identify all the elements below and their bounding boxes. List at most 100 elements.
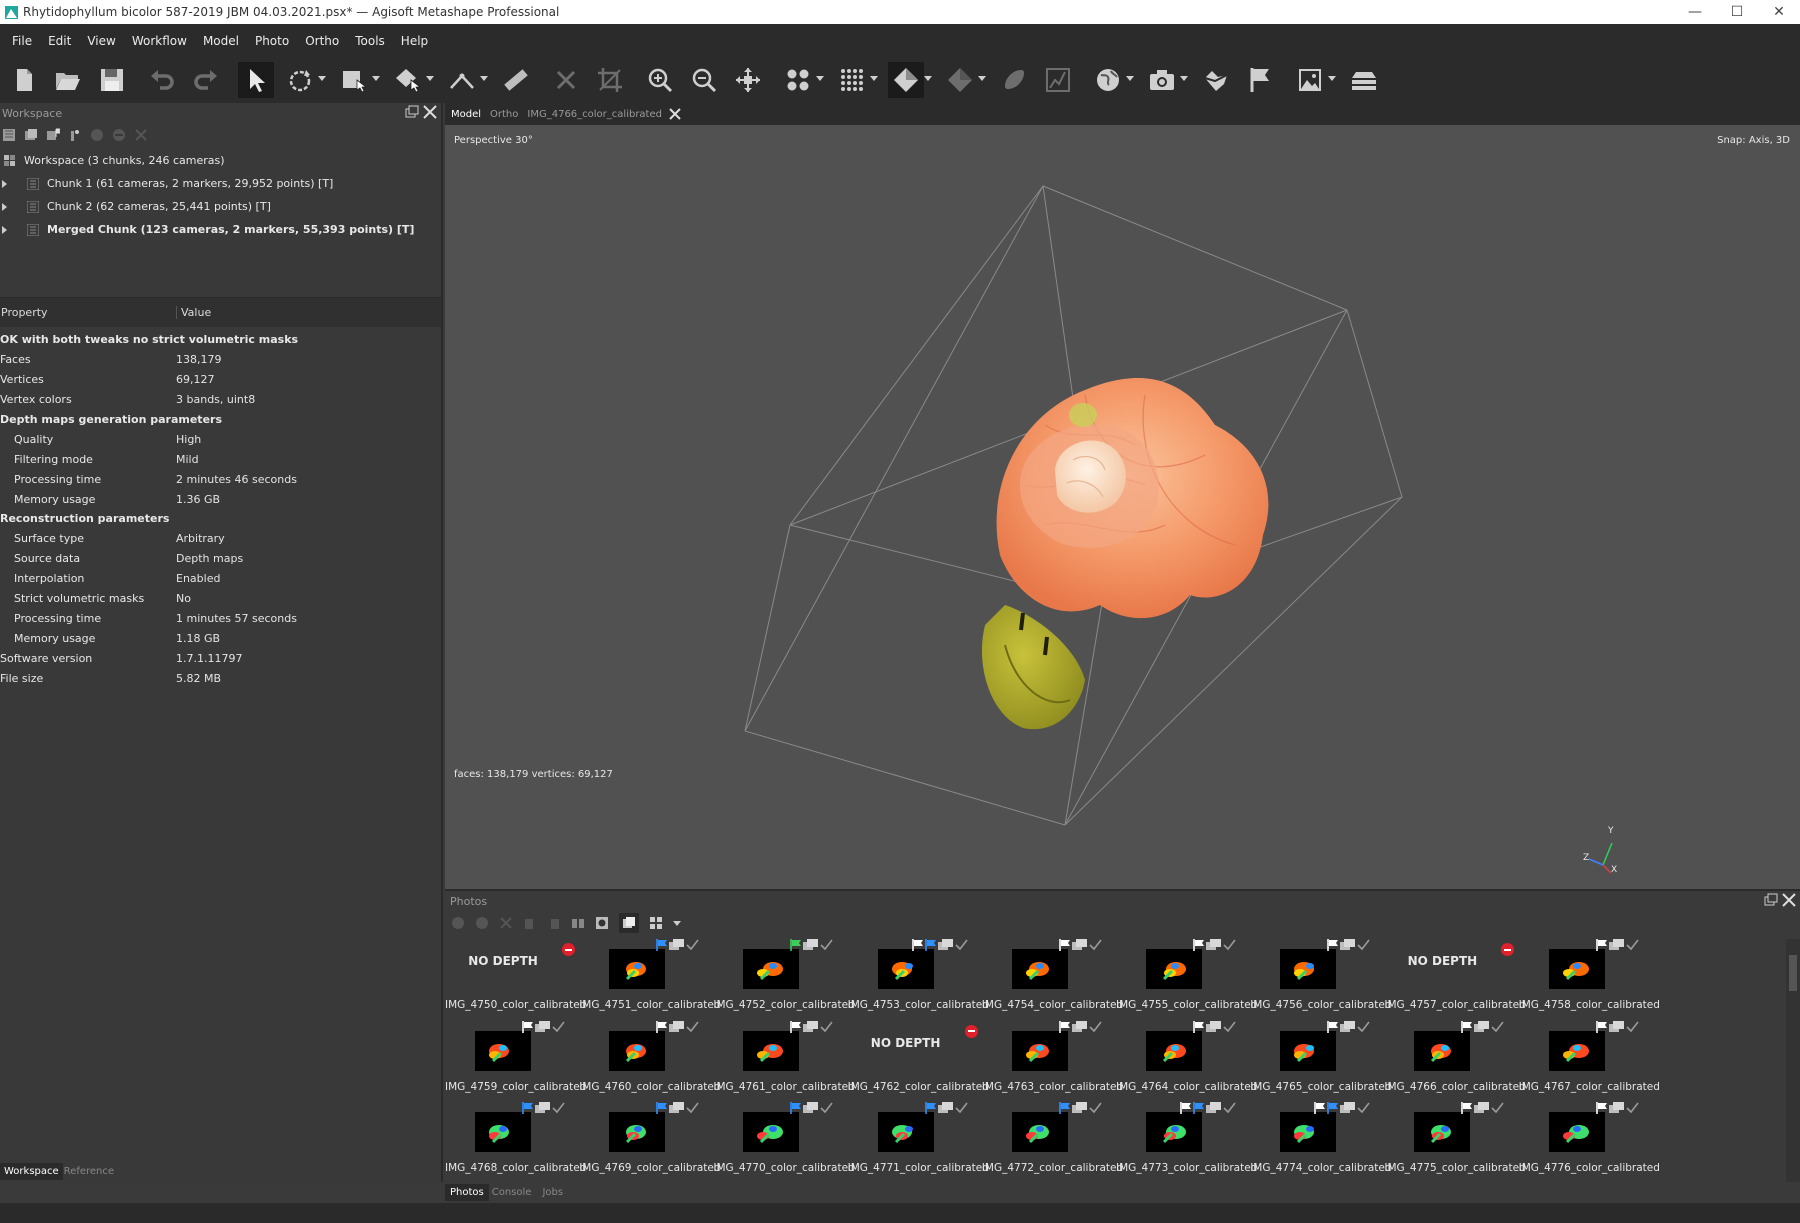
add-chunk-button[interactable] <box>2 128 16 142</box>
photo-thumbnail[interactable]: IMG_4752_color_calibrated <box>713 939 855 1019</box>
rotate-right-button[interactable] <box>547 916 561 930</box>
property-row[interactable]: Faces 138,179 <box>0 350 441 370</box>
menu-photo[interactable]: Photo <box>247 34 297 48</box>
property-row[interactable]: Software version 1.7.1.11797 <box>0 648 441 668</box>
menu-edit[interactable]: Edit <box>40 34 79 48</box>
photo-thumbnail[interactable]: IMG_4773_color_calibrated <box>1116 1102 1257 1182</box>
dense-cloud-button[interactable] <box>834 62 878 98</box>
enable-button[interactable] <box>90 128 104 142</box>
new-project-button[interactable] <box>6 62 42 98</box>
property-row[interactable]: Source data Depth maps <box>0 549 441 569</box>
tab-console[interactable]: Console <box>489 1187 540 1198</box>
property-row[interactable]: Processing time 1 minutes 57 seconds <box>0 608 441 628</box>
crop-selection-button[interactable] <box>592 62 628 98</box>
orthomosaic-button[interactable] <box>1040 62 1076 98</box>
tab-photos[interactable]: Photos <box>445 1184 489 1201</box>
navigation-tool-button[interactable] <box>238 62 274 98</box>
close-panel-icon[interactable] <box>1782 893 1796 907</box>
photos-scrollbar[interactable] <box>1786 939 1800 1182</box>
property-row[interactable]: Quality High <box>0 429 441 449</box>
scrollbar-thumb[interactable] <box>1789 955 1797 991</box>
property-row[interactable]: Processing time 2 minutes 46 seconds <box>0 469 441 489</box>
photo-thumbnail[interactable]: IMG_4764_color_calibrated <box>1116 1020 1257 1101</box>
photo-thumbnail[interactable]: IMG_4765_color_calibrated <box>1250 1020 1392 1101</box>
show-shapes-button[interactable] <box>1198 62 1234 98</box>
enable-cameras-button[interactable] <box>451 916 465 930</box>
property-row[interactable]: Vertex colors 3 bands, uint8 <box>0 390 441 410</box>
photo-thumbnail[interactable]: IMG_4753_color_calibrated <box>848 939 989 1019</box>
view-mode-button[interactable] <box>649 916 663 930</box>
photo-thumbnail[interactable]: IMG_4772_color_calibrated <box>982 1102 1123 1182</box>
photo-thumbnail[interactable]: IMG_4771_color_calibrated <box>848 1102 989 1182</box>
property-row[interactable]: Strict volumetric masks No <box>0 589 441 609</box>
selection-tool-button[interactable] <box>336 62 380 98</box>
photo-thumbnail[interactable]: IMG_4760_color_calibrated <box>579 1020 721 1101</box>
property-row[interactable]: Memory usage 1.18 GB <box>0 628 441 648</box>
property-row[interactable]: Interpolation Enabled <box>0 569 441 589</box>
tree-chunk-2[interactable]: Chunk 2 (62 cameras, 25,441 points) [T] <box>0 195 441 218</box>
photo-thumbnail[interactable]: IMG_4759_color_calibrated <box>445 1020 586 1101</box>
show-trackball-button[interactable] <box>1090 62 1134 98</box>
minimize-button[interactable]: — <box>1674 0 1716 24</box>
show-depth-button[interactable] <box>619 913 639 933</box>
photo-thumbnail[interactable]: IMG_4770_color_calibrated <box>713 1102 855 1182</box>
property-row[interactable]: Surface type Arbitrary <box>0 529 441 549</box>
property-row[interactable]: File size 5.82 MB <box>0 668 441 688</box>
point-cloud-button[interactable] <box>780 62 824 98</box>
menu-tools[interactable]: Tools <box>347 34 393 48</box>
tiled-model-button[interactable] <box>942 62 986 98</box>
tab-reference[interactable]: Reference <box>63 1166 120 1177</box>
photo-thumbnail[interactable]: IMG_4754_color_calibrated <box>982 939 1123 1019</box>
photo-thumbnail[interactable]: IMG_4768_color_calibrated <box>445 1102 586 1182</box>
remove-cameras-button[interactable] <box>499 916 513 930</box>
add-scalebar-button[interactable] <box>68 128 82 142</box>
property-row[interactable]: Reconstruction parameters <box>0 509 441 529</box>
tree-chunk-1[interactable]: Chunk 1 (61 cameras, 2 markers, 29,952 p… <box>0 172 441 195</box>
view-mode-dropdown-icon[interactable] <box>673 920 681 926</box>
save-project-button[interactable] <box>94 62 130 98</box>
show-layers-button[interactable] <box>1346 62 1382 98</box>
redo-button[interactable] <box>188 62 224 98</box>
close-window-button[interactable]: ✕ <box>1758 0 1800 24</box>
tab-jobs[interactable]: Jobs <box>539 1187 571 1198</box>
filter-by-marker-button[interactable] <box>571 916 585 930</box>
photo-thumbnail[interactable]: IMG_4767_color_calibrated <box>1519 1020 1660 1101</box>
menu-workflow[interactable]: Workflow <box>124 34 195 48</box>
expand-arrow-icon[interactable] <box>2 225 7 234</box>
property-row[interactable]: Depth maps generation parameters <box>0 410 441 430</box>
reset-view-button[interactable] <box>730 62 766 98</box>
photo-thumbnail[interactable]: IMG_4769_color_calibrated <box>579 1102 721 1182</box>
photo-thumbnail[interactable]: NO DEPTH IMG_4762_color_calibrated <box>848 1021 989 1101</box>
property-column-header[interactable]: Property <box>0 306 176 319</box>
dem-button[interactable] <box>996 62 1032 98</box>
menu-model[interactable]: Model <box>195 34 247 48</box>
move-region-button[interactable] <box>390 62 434 98</box>
delete-selection-button[interactable] <box>548 62 584 98</box>
ruler-tool-button[interactable] <box>444 62 488 98</box>
photo-thumbnail[interactable]: IMG_4756_color_calibrated <box>1250 939 1392 1019</box>
tab-model[interactable]: Model <box>448 109 487 120</box>
disable-cameras-button[interactable] <box>475 916 489 930</box>
expand-arrow-icon[interactable] <box>2 179 7 188</box>
zoom-out-button[interactable] <box>686 62 722 98</box>
float-panel-icon[interactable] <box>1764 893 1778 907</box>
photo-thumbnail[interactable]: NO DEPTH IMG_4750_color_calibrated <box>445 939 586 1019</box>
property-row[interactable]: OK with both tweaks no strict volumetric… <box>0 330 441 350</box>
maximize-button[interactable]: ☐ <box>1716 0 1758 24</box>
property-row[interactable]: Filtering mode Mild <box>0 449 441 469</box>
property-row[interactable]: Memory usage 1.36 GB <box>0 489 441 509</box>
tree-merged-chunk[interactable]: Merged Chunk (123 cameras, 2 markers, 55… <box>0 218 441 241</box>
menu-file[interactable]: File <box>4 34 40 48</box>
zoom-in-button[interactable] <box>642 62 678 98</box>
tab-ortho[interactable]: Ortho <box>487 109 524 120</box>
measure-button[interactable] <box>498 62 534 98</box>
show-masks-button[interactable] <box>595 916 609 930</box>
menu-view[interactable]: View <box>79 34 123 48</box>
rotate-left-button[interactable] <box>523 916 537 930</box>
tab-workspace[interactable]: Workspace <box>0 1162 63 1180</box>
expand-arrow-icon[interactable] <box>2 202 7 211</box>
value-column-header[interactable]: Value <box>176 306 211 319</box>
add-photos-button[interactable] <box>24 128 38 142</box>
close-tab-icon[interactable] <box>668 107 682 121</box>
open-project-button[interactable] <box>50 62 86 98</box>
